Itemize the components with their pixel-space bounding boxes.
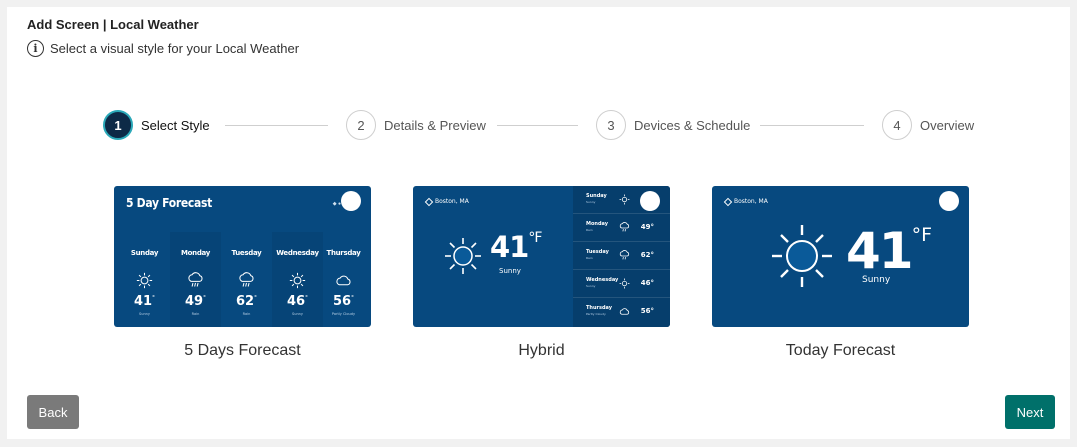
step-number: 1 — [103, 110, 133, 140]
sun-icon — [619, 278, 630, 289]
sun-icon — [619, 194, 630, 205]
current-condition: Sunny — [499, 267, 521, 275]
style-card-hybrid[interactable]: Boston, MA 41°F Sunny Sunday Sunny Monda… — [413, 186, 670, 327]
step-devices-schedule[interactable]: 3 Devices & Schedule — [596, 110, 750, 140]
step-connector — [497, 125, 578, 126]
forecast-day: Sunday 41° Sunny — [130, 249, 159, 316]
sun-icon — [136, 272, 153, 289]
step-number: 2 — [346, 110, 376, 140]
location-icon — [424, 197, 434, 206]
next-button[interactable]: Next — [1005, 395, 1055, 429]
step-details-preview[interactable]: 2 Details & Preview — [346, 110, 486, 140]
rain-icon — [239, 272, 254, 287]
style-name: 5 Days Forecast — [184, 342, 301, 359]
step-connector — [225, 125, 328, 126]
current-temp: 41°F — [846, 222, 933, 280]
select-radio[interactable] — [640, 191, 660, 211]
style-name: Today Forecast — [785, 342, 896, 359]
rain-icon — [188, 272, 203, 287]
style-card-5-days[interactable]: 5 Day Forecast ◆ ● Sunday 41° Sunny Mond… — [114, 186, 371, 327]
forecast-day: Tuesday 62° Rain — [231, 249, 262, 316]
sun-icon — [772, 225, 832, 287]
step-number: 4 — [882, 110, 912, 140]
step-label: Details & Preview — [384, 117, 486, 133]
current-temp: 41°F — [490, 230, 542, 264]
select-radio[interactable] — [341, 191, 361, 211]
forecast-row: Monday Rain 49° — [573, 214, 670, 242]
info-icon: i — [27, 40, 44, 57]
step-select-style[interactable]: 1 Select Style — [103, 110, 210, 140]
wizard-panel: Add Screen | Local Weather i Select a vi… — [7, 7, 1070, 439]
style-card-today[interactable]: Boston, MA 41°F Sunny — [712, 186, 969, 327]
step-label: Devices & Schedule — [634, 117, 751, 133]
forecast-row: Wednesday Sunny 46° — [573, 270, 670, 298]
page-title: Add Screen | Local Weather — [27, 17, 199, 32]
current-condition: Sunny — [862, 275, 891, 285]
forecast-day: Wednesday 46° Sunny — [272, 232, 323, 327]
location-icon — [723, 197, 733, 206]
rain-icon — [619, 250, 630, 260]
forecast-day: Thursday 56° Partly Cloudy — [326, 249, 361, 316]
step-number: 3 — [596, 110, 626, 140]
step-label: Overview — [920, 117, 975, 133]
sun-icon — [289, 272, 306, 289]
forecast-row: Tuesday Rain 62° — [573, 242, 670, 270]
location-label: Boston, MA — [723, 197, 768, 206]
back-button[interactable]: Back — [27, 395, 79, 429]
style-name: Hybrid — [518, 342, 565, 359]
select-radio[interactable] — [939, 191, 959, 211]
step-label: Select Style — [141, 117, 210, 133]
page-subtitle: i Select a visual style for your Local W… — [27, 40, 299, 57]
step-overview[interactable]: 4 Overview — [882, 110, 974, 140]
sun-icon — [445, 238, 481, 274]
step-connector — [760, 125, 864, 126]
cloud-icon — [619, 308, 630, 315]
location-label: Boston, MA — [424, 197, 469, 206]
forecast-row: Thursday Partly Cloudy 56° — [586, 305, 654, 316]
preview-title: 5 Day Forecast — [126, 196, 212, 210]
cloud-icon — [336, 275, 351, 286]
location-dot-icon: ◆ ● — [332, 201, 341, 207]
rain-icon — [619, 222, 630, 232]
forecast-day: Monday 49° Rain — [170, 232, 221, 327]
subtitle-text: Select a visual style for your Local Wea… — [50, 41, 300, 56]
